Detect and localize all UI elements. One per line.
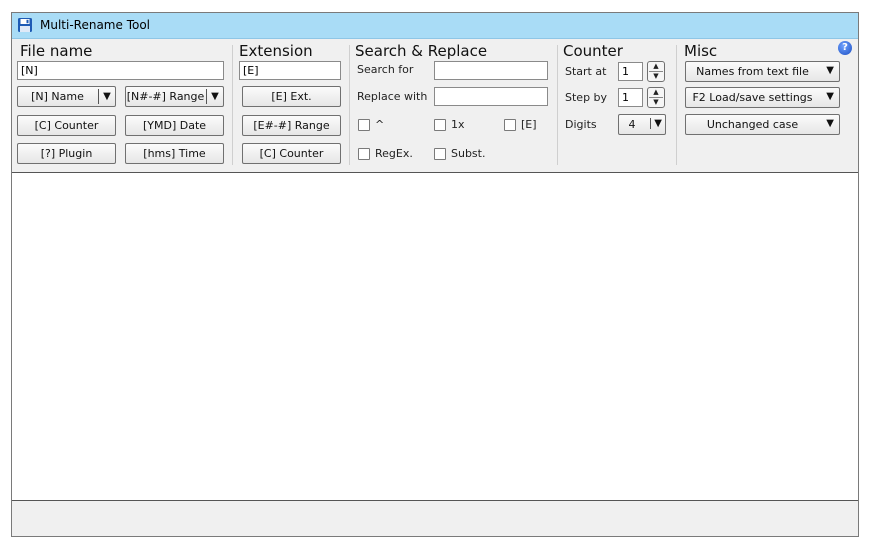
start-at-label: Start at: [565, 65, 607, 78]
spin-up-icon[interactable]: ▲: [649, 62, 663, 72]
digits-value: 4: [628, 118, 636, 131]
file-name-heading: File name: [20, 42, 93, 60]
load-save-settings-label: F2 Load/save settings: [692, 91, 813, 104]
divider: [676, 45, 677, 165]
once-label: 1x: [451, 118, 465, 131]
replace-input[interactable]: [434, 87, 548, 106]
title-bar: Multi-Rename Tool: [12, 13, 858, 39]
file-name-mask-input[interactable]: [N]: [17, 61, 224, 80]
help-icon[interactable]: ?: [838, 41, 852, 55]
date-button[interactable]: [YMD] Date: [125, 115, 224, 136]
divider: [232, 45, 233, 165]
checkbox-box[interactable]: [434, 118, 446, 131]
digits-select[interactable]: 4 ▼: [618, 114, 666, 135]
ext-checkbox[interactable]: [E]: [504, 118, 537, 131]
divider: [557, 45, 558, 165]
name-button-label: [N] Name: [31, 90, 84, 103]
multi-rename-window: Multi-Rename Tool File name [N] [N] Name…: [11, 12, 859, 537]
file-list[interactable]: [12, 173, 858, 501]
extension-heading: Extension: [239, 42, 313, 60]
counter-button[interactable]: [C] Counter: [17, 115, 116, 136]
checkbox-box[interactable]: [358, 118, 370, 131]
spin-down-icon[interactable]: ▼: [649, 72, 663, 81]
step-by-label: Step by: [565, 91, 608, 104]
subst-checkbox[interactable]: Subst.: [434, 147, 485, 160]
chevron-down-icon[interactable]: ▼: [650, 118, 662, 129]
misc-heading: Misc: [684, 42, 718, 60]
plugin-button[interactable]: [?] Plugin: [17, 143, 116, 164]
window-title: Multi-Rename Tool: [40, 18, 150, 32]
caret-label: ^: [375, 118, 385, 131]
search-for-label: Search for: [357, 63, 414, 76]
chevron-down-icon[interactable]: ▼: [826, 118, 834, 129]
names-from-text-file-label: Names from text file: [696, 65, 809, 78]
names-from-text-file-button[interactable]: Names from text file ▼: [685, 61, 840, 82]
checkbox-box[interactable]: [434, 147, 446, 160]
ext-label: [E]: [521, 118, 537, 131]
chevron-down-icon[interactable]: ▼: [206, 89, 223, 104]
chevron-down-icon[interactable]: ▼: [826, 91, 834, 102]
start-at-input[interactable]: 1: [618, 62, 643, 81]
time-button[interactable]: [hms] Time: [125, 143, 224, 164]
caret-checkbox[interactable]: ^: [358, 118, 384, 131]
range-button[interactable]: [N#-#] Range ▼: [125, 86, 224, 107]
chevron-down-icon[interactable]: ▼: [826, 65, 834, 76]
case-select[interactable]: Unchanged case ▼: [685, 114, 840, 135]
subst-label: Subst.: [451, 147, 486, 160]
chevron-down-icon[interactable]: ▼: [98, 89, 115, 104]
options-panel: File name [N] [N] Name ▼ [N#-#] Range ▼ …: [12, 39, 858, 173]
digits-label: Digits: [565, 118, 597, 131]
spin-down-icon[interactable]: ▼: [649, 98, 663, 107]
regex-label: RegEx.: [375, 147, 413, 160]
regex-checkbox[interactable]: RegEx.: [358, 147, 413, 160]
status-bar: [12, 501, 858, 536]
divider: [349, 45, 350, 165]
checkbox-box[interactable]: [504, 118, 516, 131]
search-replace-heading: Search & Replace: [355, 42, 488, 60]
counter-heading: Counter: [563, 42, 623, 60]
ext-counter-button[interactable]: [C] Counter: [242, 143, 341, 164]
step-by-input[interactable]: 1: [618, 88, 643, 107]
name-button[interactable]: [N] Name ▼: [17, 86, 116, 107]
load-save-settings-button[interactable]: F2 Load/save settings ▼: [685, 87, 840, 108]
case-value: Unchanged case: [706, 118, 799, 131]
range-button-label: [N#-#] Range: [126, 90, 205, 103]
checkbox-box[interactable]: [358, 147, 370, 160]
floppy-disk-icon: [18, 18, 32, 32]
start-at-spinner[interactable]: ▲ ▼: [647, 61, 665, 82]
ext-range-button[interactable]: [E#-#] Range: [242, 115, 341, 136]
ext-button[interactable]: [E] Ext.: [242, 86, 341, 107]
spin-up-icon[interactable]: ▲: [649, 88, 663, 98]
step-by-spinner[interactable]: ▲ ▼: [647, 87, 665, 108]
replace-with-label: Replace with: [357, 90, 428, 103]
search-input[interactable]: [434, 61, 548, 80]
once-checkbox[interactable]: 1x: [434, 118, 465, 131]
extension-mask-input[interactable]: [E]: [239, 61, 341, 80]
